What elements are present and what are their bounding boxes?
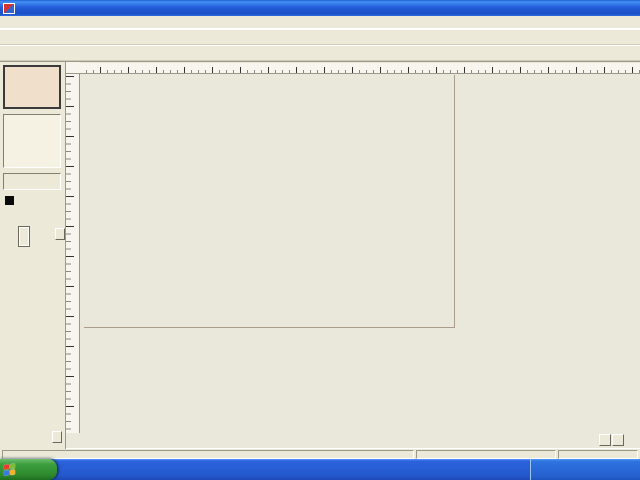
fabric-colour-swatch[interactable] [18, 226, 30, 247]
toolbar-stitches [0, 45, 640, 61]
vertical-ruler [66, 74, 80, 449]
blend-selector-row [3, 208, 63, 223]
document-tab-bar [66, 433, 640, 448]
taskbar [0, 459, 640, 480]
app-icon [3, 3, 15, 14]
title-bar[interactable] [0, 0, 640, 16]
start-button[interactable] [0, 459, 57, 480]
black-marker-icon[interactable] [5, 196, 14, 205]
status-panel-left [2, 450, 414, 459]
coordinates-info [3, 114, 61, 168]
design-canvas[interactable] [84, 75, 455, 328]
workspace [0, 61, 640, 433]
menu-bar [0, 16, 640, 29]
left-panel [0, 62, 66, 449]
status-colour-panel [416, 450, 556, 459]
design-preview[interactable] [3, 65, 61, 109]
canvas-viewport [80, 74, 640, 434]
ruler-unit-label [66, 62, 80, 74]
toolbar-main [0, 29, 640, 45]
screen [0, 0, 640, 480]
palette-scroll-down-button[interactable] [52, 431, 62, 443]
status-panel-right [558, 450, 638, 459]
marker-row [5, 195, 61, 205]
windows-logo-icon [4, 463, 17, 476]
status-bar [0, 448, 640, 459]
horizontal-ruler [80, 63, 640, 74]
current-colour-swatch[interactable] [3, 173, 61, 190]
tabs-scroll-right-button[interactable] [612, 434, 624, 446]
system-tray [530, 459, 640, 480]
palette-scroll-up-button[interactable] [55, 228, 65, 240]
tabs-scroll-left-button[interactable] [599, 434, 611, 446]
